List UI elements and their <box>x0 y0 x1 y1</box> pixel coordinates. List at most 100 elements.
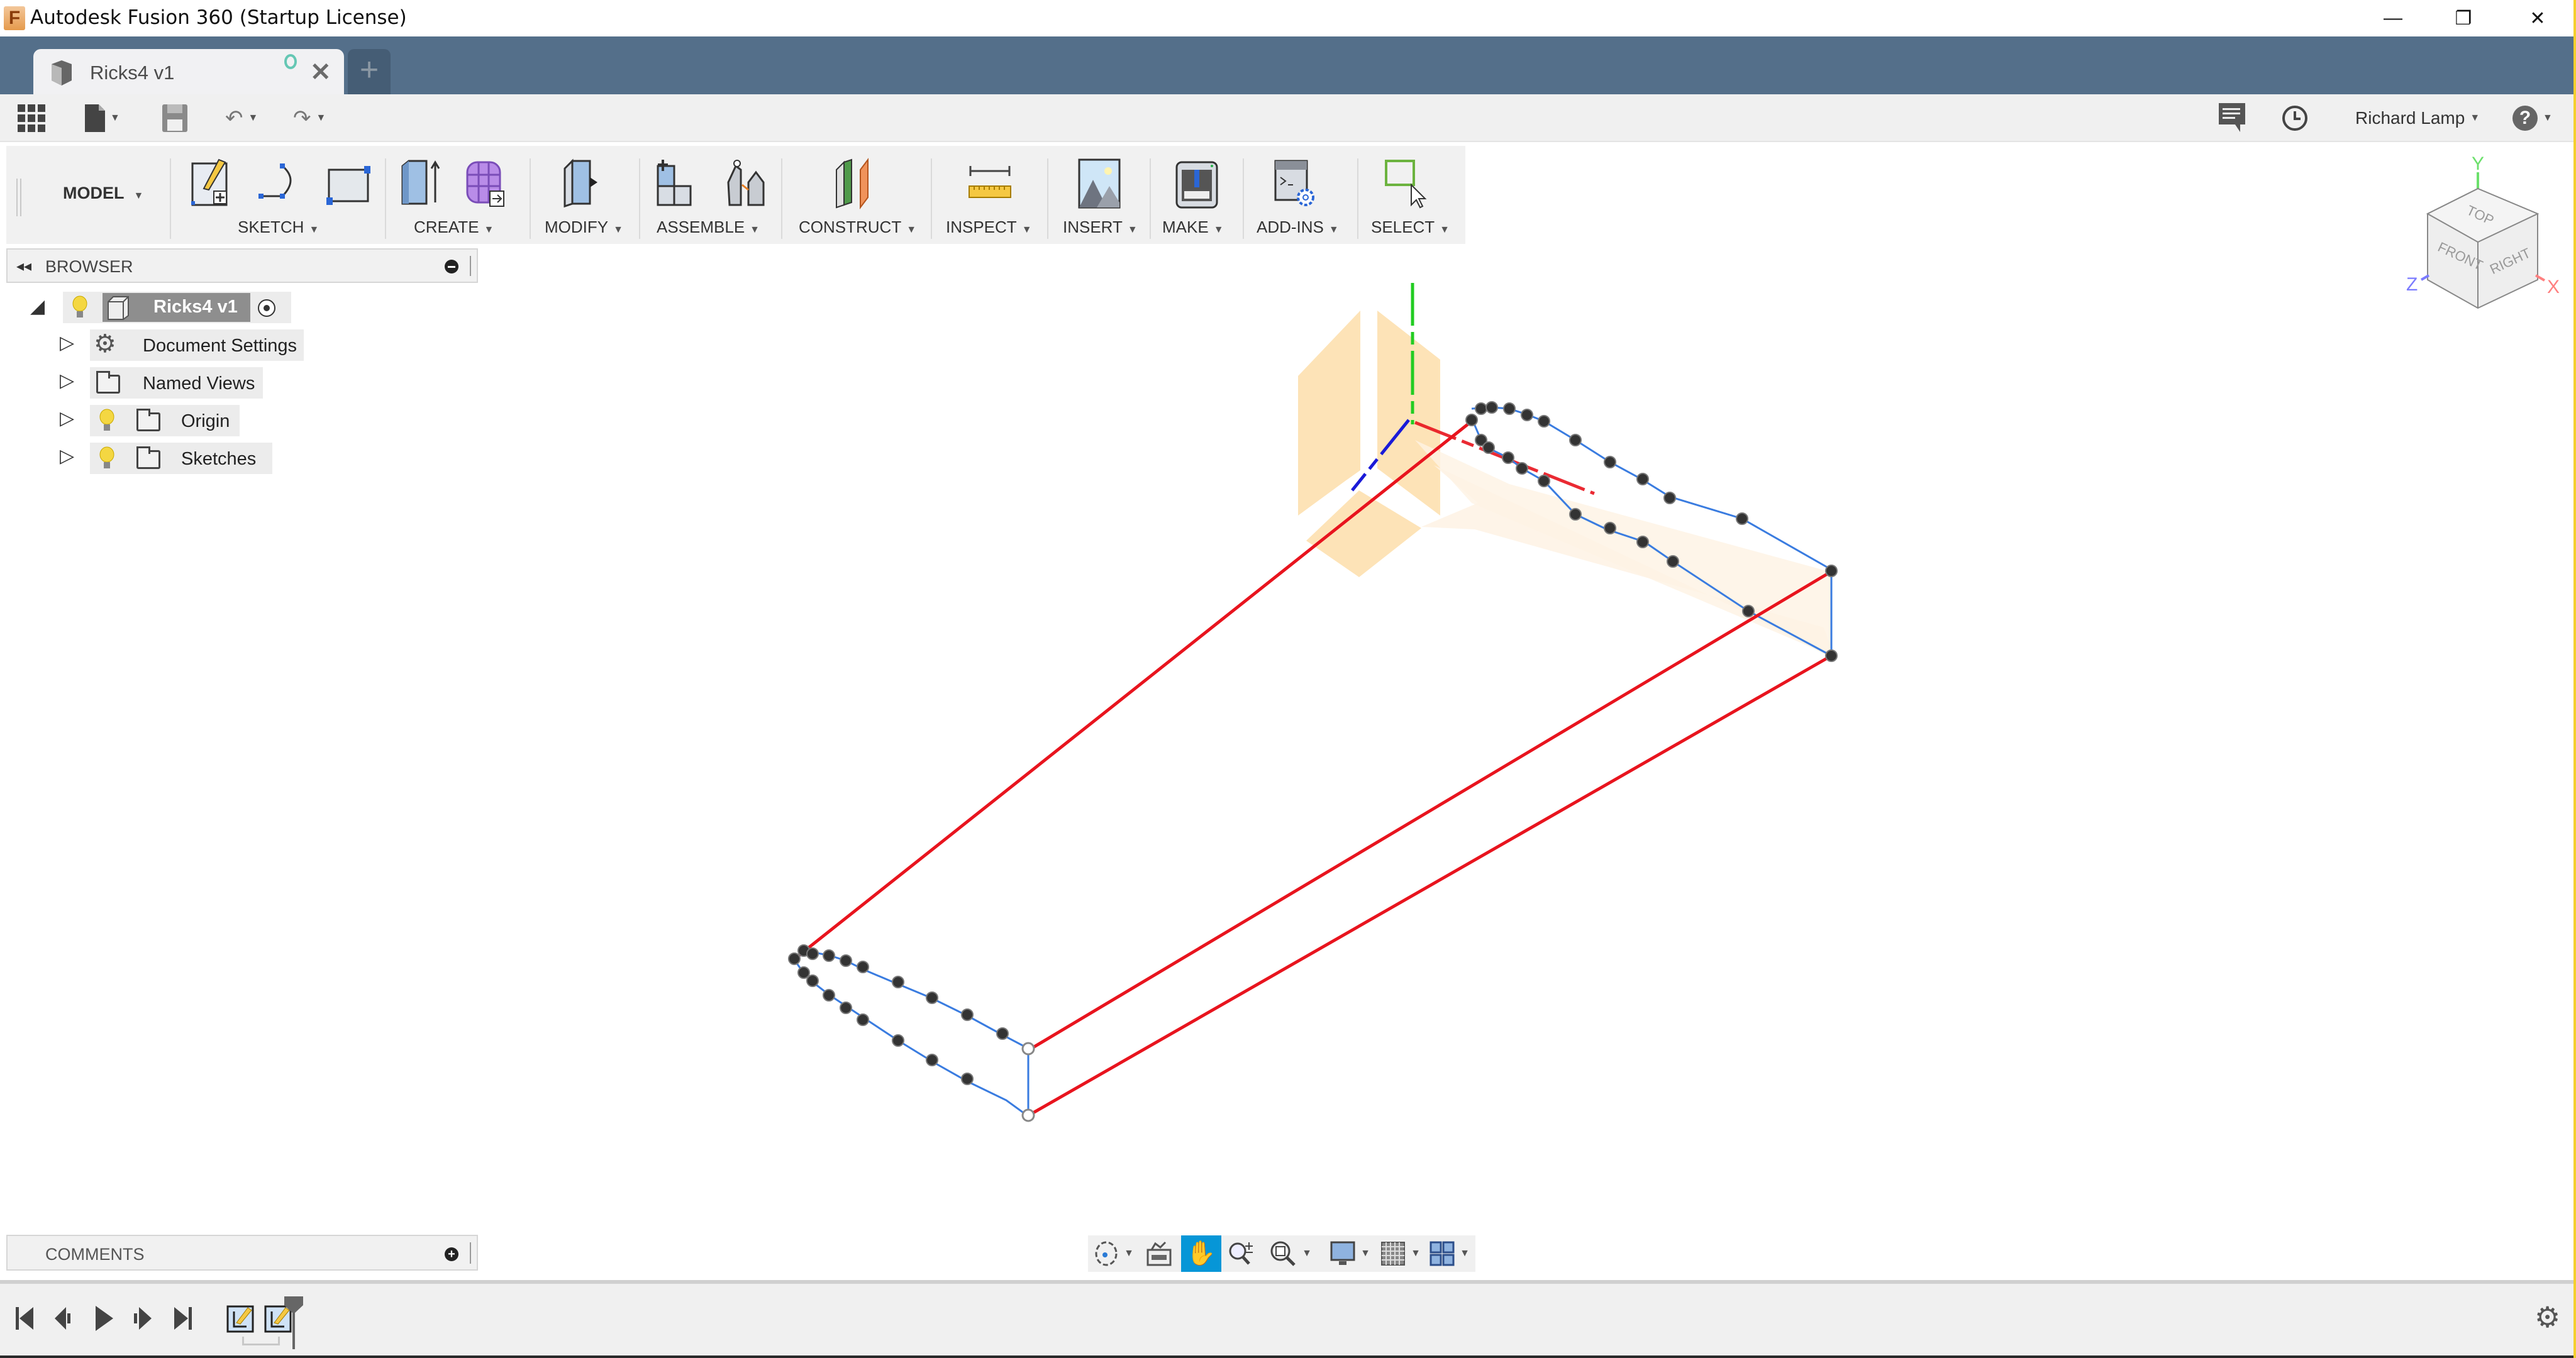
close-window-button[interactable]: ✕ <box>2503 0 2572 36</box>
view-cube[interactable]: Y TOP FRONT RIGHT Z X <box>2396 151 2572 321</box>
add-ins-menu[interactable]: ADD-INS ▼ <box>1257 218 1339 237</box>
sketch-fit-point[interactable] <box>1569 508 1582 521</box>
create-menu[interactable]: CREATE ▼ <box>414 218 494 237</box>
sketch-fit-point[interactable] <box>840 954 852 967</box>
create-sketch-icon[interactable] <box>189 157 236 210</box>
sketch-fit-point[interactable] <box>1485 401 1498 414</box>
collapse-browser-icon[interactable]: ◂◂ <box>16 257 31 275</box>
insert-menu[interactable]: INSERT ▼ <box>1063 218 1138 237</box>
timeline-marker[interactable] <box>284 1296 303 1349</box>
sketch-fit-point[interactable] <box>823 949 835 962</box>
look-at-button[interactable] <box>1143 1235 1175 1272</box>
restore-button[interactable]: ❐ <box>2429 0 2498 36</box>
timeline-next-button[interactable] <box>130 1303 155 1334</box>
add-comment-button[interactable]: + <box>445 1247 458 1261</box>
sketch-fit-point[interactable] <box>1636 536 1649 548</box>
sketch-fit-point[interactable] <box>857 1013 869 1026</box>
sketch-fit-point[interactable] <box>1742 605 1755 617</box>
sketch-fit-point[interactable] <box>1482 441 1495 454</box>
notifications-button[interactable] <box>2219 103 2245 133</box>
new-component-icon[interactable] <box>653 157 701 210</box>
scripts-addins-icon[interactable] <box>1272 157 1319 210</box>
sketch-fit-point[interactable] <box>1667 555 1679 568</box>
sketch-fit-point[interactable] <box>961 1008 974 1021</box>
job-status-button[interactable] <box>2282 103 2308 133</box>
insert-image-icon[interactable] <box>1075 157 1123 210</box>
sketch-fit-point[interactable] <box>1663 492 1676 504</box>
sketch-fit-point[interactable] <box>797 966 810 979</box>
timeline-feature-sketch-1[interactable] <box>226 1305 254 1333</box>
construct-menu[interactable]: CONSTRUCT ▼ <box>799 218 916 237</box>
select-window-icon[interactable] <box>1384 157 1431 210</box>
redo-button[interactable]: ↷ ▼ <box>293 103 326 133</box>
close-tab-button[interactable]: ✕ <box>310 58 331 87</box>
panel-grip[interactable] <box>470 1242 472 1264</box>
joint-icon[interactable] <box>723 157 771 210</box>
3d-viewport-canvas[interactable] <box>0 283 2572 1232</box>
sketch-fit-point[interactable] <box>926 1054 938 1066</box>
extrude-icon[interactable] <box>396 157 444 210</box>
undo-button[interactable]: ↶ ▼ <box>225 103 258 133</box>
viewports-button[interactable]: ▼ <box>1428 1235 1472 1272</box>
inspect-menu[interactable]: INSPECT ▼ <box>946 218 1032 237</box>
timeline-last-button[interactable] <box>170 1303 195 1334</box>
fit-button[interactable]: ▼ <box>1265 1235 1316 1272</box>
select-menu[interactable]: SELECT ▼ <box>1371 218 1450 237</box>
sketch-fit-point[interactable] <box>823 989 835 1002</box>
toolbar-grip[interactable] <box>16 179 21 216</box>
modify-menu[interactable]: MODIFY ▼ <box>545 218 623 237</box>
new-tab-button[interactable]: + <box>348 49 391 94</box>
assemble-menu[interactable]: ASSEMBLE ▼ <box>657 218 760 237</box>
minimize-browser-icon[interactable] <box>445 260 458 273</box>
sketch-fit-point[interactable] <box>1521 409 1533 421</box>
sketch-fit-point[interactable] <box>961 1073 974 1085</box>
sketch-fit-point[interactable] <box>840 1002 852 1014</box>
measure-icon[interactable] <box>965 157 1013 210</box>
sketch-fit-point[interactable] <box>996 1027 1009 1040</box>
sketch-fit-point[interactable] <box>1502 451 1514 464</box>
sketch-fit-point[interactable] <box>806 974 819 987</box>
sketch-fit-point[interactable] <box>1825 565 1838 577</box>
orbit-button[interactable]: ▼ <box>1092 1235 1136 1272</box>
file-menu-button[interactable]: ▼ <box>85 103 120 133</box>
sketch-fit-point[interactable] <box>806 947 819 960</box>
timeline-play-button[interactable] <box>92 1303 117 1334</box>
zoom-button[interactable] <box>1224 1235 1259 1272</box>
sketch-fit-point[interactable] <box>1604 522 1616 534</box>
sketch-fit-point[interactable] <box>1604 456 1616 468</box>
3d-print-icon[interactable] <box>1173 157 1221 210</box>
sketch-fit-point[interactable] <box>1503 402 1516 415</box>
sketch-fit-point[interactable] <box>1538 415 1550 428</box>
rectangle-icon[interactable] <box>324 157 372 210</box>
sketch-fit-point[interactable] <box>1636 473 1649 485</box>
timeline-first-button[interactable] <box>13 1303 38 1334</box>
sketch-fit-point[interactable] <box>892 1034 904 1047</box>
pan-button[interactable]: ✋ <box>1181 1235 1221 1272</box>
form-icon[interactable] <box>462 157 510 210</box>
data-panel-button[interactable] <box>18 103 45 133</box>
sketch-fit-point[interactable] <box>1825 649 1838 662</box>
sketch-fit-point[interactable] <box>857 961 869 973</box>
sketch-fit-point[interactable] <box>1516 462 1528 475</box>
grid-settings-button[interactable]: ▼ <box>1379 1235 1423 1272</box>
press-pull-icon[interactable] <box>558 157 606 210</box>
sketch-fit-point[interactable] <box>1538 475 1550 487</box>
timeline-settings-gear-icon[interactable]: ⚙ <box>2534 1300 2560 1334</box>
sketch-menu[interactable]: SKETCH ▼ <box>238 218 319 237</box>
sketch-fit-point[interactable] <box>892 976 904 988</box>
sketch-fit-point[interactable] <box>926 991 938 1004</box>
sketch-fit-point[interactable] <box>1475 402 1487 415</box>
save-button[interactable] <box>162 103 187 133</box>
display-settings-button[interactable]: ▼ <box>1328 1235 1372 1272</box>
user-account-menu[interactable]: Richard Lamp ▼ <box>2355 103 2480 133</box>
timeline-previous-button[interactable] <box>52 1303 77 1334</box>
line-arc-icon[interactable] <box>255 157 303 210</box>
sketch-fit-point[interactable] <box>1465 414 1478 426</box>
document-tab[interactable]: Ricks4 v1 ✕ <box>33 49 344 94</box>
make-menu[interactable]: MAKE ▼ <box>1162 218 1224 237</box>
workspace-switcher[interactable]: MODEL ▼ <box>63 184 143 203</box>
sketch-fit-point[interactable] <box>1736 512 1748 525</box>
sketch-fit-point[interactable] <box>1569 434 1582 446</box>
help-menu-button[interactable]: ? ▼ <box>2512 103 2553 133</box>
offset-plane-icon[interactable] <box>830 157 878 210</box>
